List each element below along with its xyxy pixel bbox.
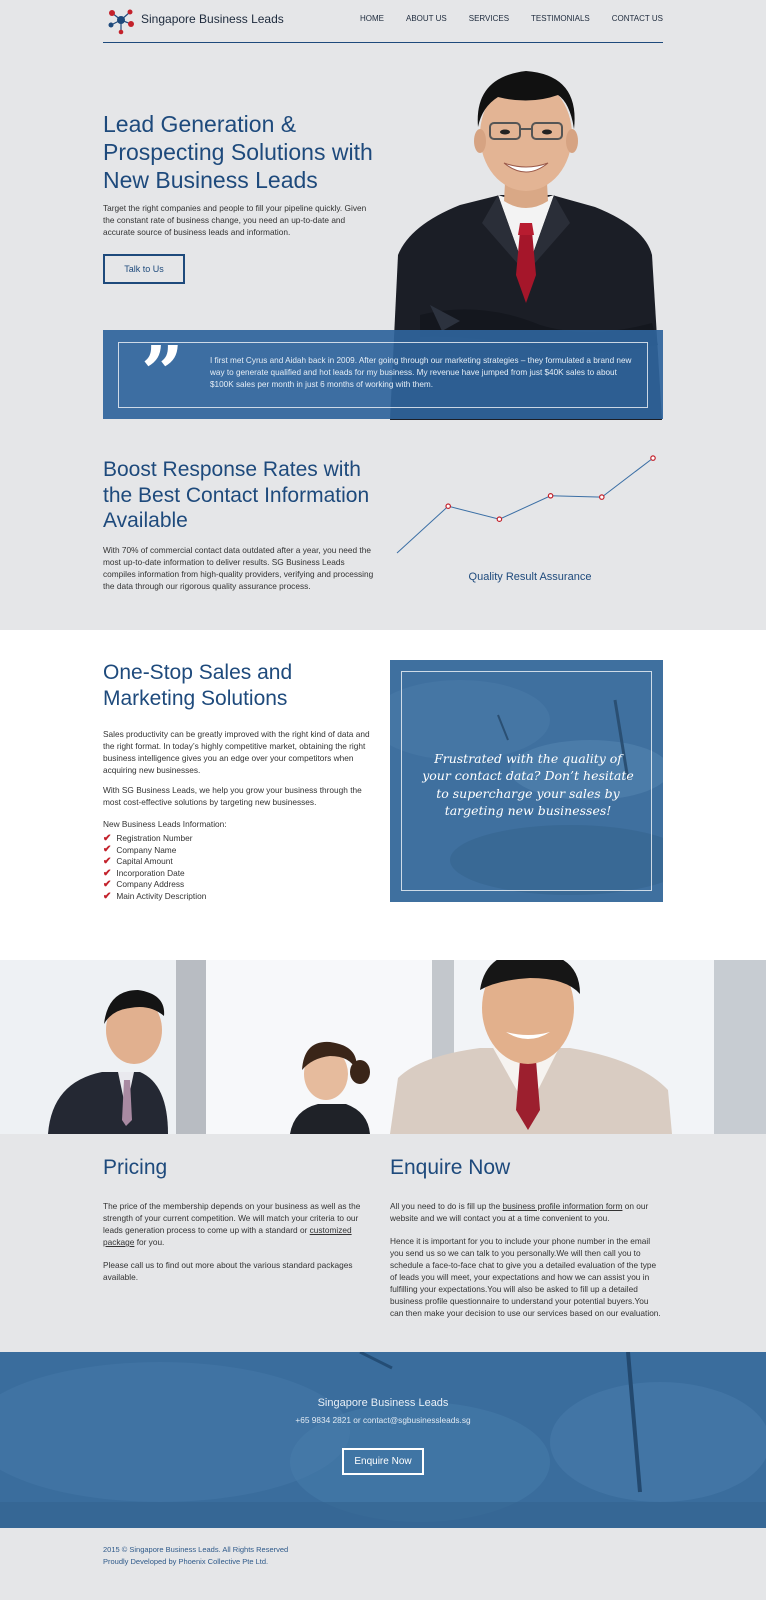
check-icon: ✔	[103, 879, 112, 891]
quality-line-chart	[396, 455, 656, 554]
leads-info-list: ✔ Registration Number ✔ Company Name ✔ Capi…	[103, 833, 206, 903]
enquire-title: Enquire Now	[390, 1156, 511, 1179]
solutions-section: One-Stop Sales and Marketing Solutions S…	[0, 630, 766, 960]
nav-contact-us[interactable]: CONTACT US	[612, 14, 663, 23]
talk-to-us-button[interactable]: Talk to Us	[103, 254, 185, 284]
check-icon: ✔	[103, 867, 112, 879]
pricing-paragraph-1: The price of the membership depends on y…	[103, 1200, 365, 1248]
developer-credit: Proudly Developed by Phoenix Collective …	[103, 1557, 269, 1566]
chart-series-line	[396, 457, 654, 554]
cta-company-name: Singapore Business Leads	[317, 1397, 449, 1409]
nav-home[interactable]: HOME	[360, 14, 384, 23]
list-item: ✔ Registration Number	[103, 833, 206, 845]
chart-point	[599, 494, 605, 500]
testimonial-text: I first met Cyrus and Aidah back in 2009…	[210, 356, 632, 389]
list-item: ✔ Incorporation Date	[103, 868, 206, 880]
promo-panel: Frustrated with the quality of your cont…	[390, 660, 663, 902]
contact-cta-section: Singapore Business Leads +65 9834 2821 o…	[0, 1352, 766, 1528]
hero-text: Target the right companies and people to…	[103, 203, 367, 238]
copyright-text: 2015 © Singapore Business Leads. All Rig…	[103, 1545, 289, 1554]
solutions-title: One-Stop Sales and Marketing Solutions	[103, 661, 293, 711]
enquire-paragraph-1: All you need to do is fill up the busine…	[390, 1200, 660, 1224]
testimonial-frame: ” I first met Cyrus and Aidah back in 20…	[118, 337, 648, 411]
chart-point	[496, 516, 503, 523]
leads-info-label: New Business Leads Information:	[103, 819, 227, 829]
list-item-label: Incorporation Date	[116, 867, 185, 878]
enquire-paragraph-2: Hence it is important for you to include…	[390, 1236, 661, 1319]
main-nav: HOME ABOUT US SERVICES TESTIMONIALS CONT…	[360, 14, 663, 23]
pricing-paragraph-2: Please call us to find out more about th…	[103, 1260, 353, 1283]
list-item-label: Company Address	[116, 879, 185, 890]
solutions-paragraph-1: Sales productivity can be greatly improv…	[103, 729, 370, 776]
list-item: ✔ Company Name	[103, 845, 206, 857]
enquire-text: All you need to do is fill up the	[390, 1201, 501, 1211]
logo-icon[interactable]	[106, 5, 136, 35]
chart-point	[547, 492, 554, 499]
quote-icon: ”	[141, 331, 184, 417]
pricing-text-end: for you.	[136, 1237, 165, 1248]
cta-contact-info[interactable]: +65 9834 2821 or contact@sgbusinessleads…	[0, 1415, 766, 1425]
list-item: ✔ Main Activity Description	[103, 891, 206, 903]
site-header: Singapore Business Leads HOME ABOUT US S…	[103, 0, 663, 43]
boost-title: Boost Response Rates with the Best Conta…	[103, 458, 370, 533]
check-icon: ✔	[103, 856, 112, 868]
list-item: ✔ Company Address	[103, 879, 206, 891]
business-people-photo	[0, 960, 766, 1134]
list-item-label: Capital Amount	[116, 856, 173, 867]
pricing-title: Pricing	[103, 1156, 168, 1179]
nav-services[interactable]: SERVICES	[469, 14, 509, 23]
chart-caption: Quality Result Assurance	[468, 571, 592, 583]
chart-point	[650, 455, 656, 461]
chart-point	[445, 503, 452, 510]
writing-hands-background-image	[0, 1352, 766, 1528]
boost-text: With 70% of commercial contact data outd…	[103, 545, 374, 592]
enquire-now-button[interactable]: Enquire Now	[342, 1448, 424, 1475]
brand-name[interactable]: Singapore Business Leads	[141, 12, 284, 26]
hero-title: Lead Generation & Prospecting Solutions …	[103, 111, 373, 194]
check-icon: ✔	[103, 832, 112, 844]
list-item-label: Registration Number	[116, 833, 193, 843]
promo-text: Frustrated with the quality of your cont…	[422, 751, 634, 818]
solutions-paragraph-2: With SG Business Leads, we help you grow…	[103, 785, 362, 808]
list-item: ✔ Capital Amount	[103, 856, 206, 868]
list-item-label: Main Activity Description	[116, 891, 207, 902]
list-item-label: Company Name	[116, 844, 177, 855]
nav-testimonials[interactable]: TESTIMONIALS	[531, 14, 590, 23]
promo-frame: Frustrated with the quality of your cont…	[401, 671, 652, 891]
check-icon: ✔	[103, 844, 112, 856]
nav-about-us[interactable]: ABOUT US	[406, 14, 447, 23]
testimonial-box: ” I first met Cyrus and Aidah back in 20…	[103, 330, 663, 419]
check-icon: ✔	[103, 890, 112, 902]
business-profile-form-link[interactable]: business profile information form	[503, 1201, 623, 1211]
